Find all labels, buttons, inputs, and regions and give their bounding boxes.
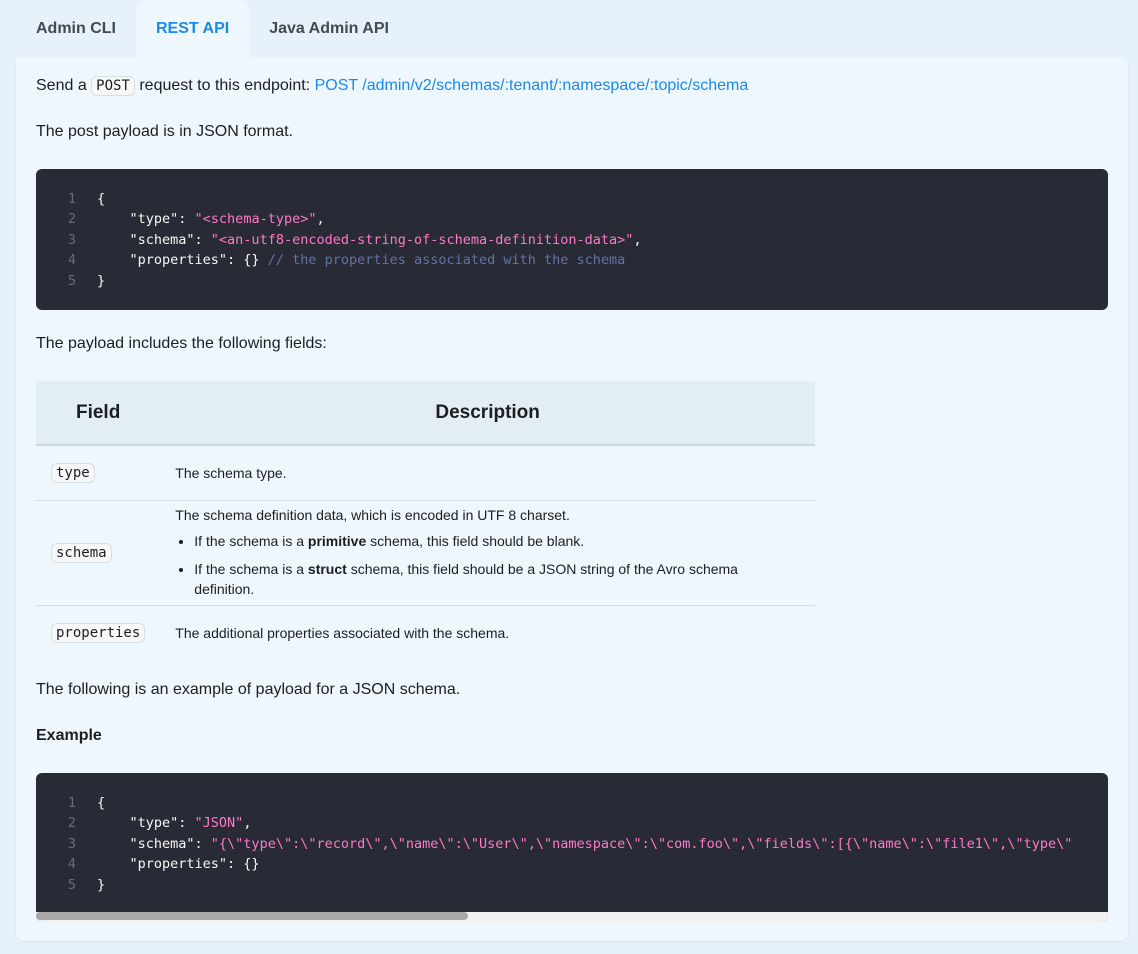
horizontal-scrollbar[interactable]: [36, 912, 1108, 922]
line-content: "properties": {}: [76, 854, 260, 874]
list-item: If the schema is a primitive schema, thi…: [194, 531, 800, 551]
code-token: "JSON": [194, 815, 244, 832]
intro-paragraph: Send a POST request to this endpoint: PO…: [36, 76, 748, 96]
code-token: "{\"type\":\"record\",\"name\":\"User\",…: [210, 835, 1073, 852]
line-number: 5: [67, 272, 76, 289]
code-token: ,: [316, 211, 325, 228]
line-content: {: [76, 189, 105, 209]
code-token: {: [97, 795, 106, 811]
example-intro-text: The following is an example of payload f…: [36, 681, 461, 698]
table-row: schema The schema definition data, which…: [36, 500, 815, 606]
line-number: 4: [67, 252, 76, 269]
line-content: "type": "JSON",: [76, 813, 252, 833]
table-row: type The schema type.: [36, 445, 815, 501]
scrollbar-thumb[interactable]: [36, 912, 468, 920]
code-token: "type":: [97, 815, 195, 832]
line-content: "schema": "{\"type\":\"record\",\"name\"…: [76, 834, 1073, 854]
header-field: Field: [36, 381, 161, 446]
code-line: 2 "type": "<schema-type>",: [36, 209, 1108, 229]
line-content: "type": "<schema-type>",: [76, 209, 325, 229]
code-token: // the properties associated with the sc…: [267, 252, 626, 269]
code-token: }: [97, 272, 106, 289]
intro-prefix: Send a: [36, 77, 87, 94]
field-code: properties: [51, 623, 146, 644]
line-content: }: [76, 875, 105, 895]
description-cell: The schema type.: [160, 445, 815, 501]
code-token: }: [97, 876, 106, 893]
code-lines: 1{2 "type": "JSON", 3 "schema": "{\"type\…: [36, 793, 1108, 895]
code-block-example: 1{2 "type": "JSON", 3 "schema": "{\"type\…: [36, 773, 1108, 922]
field-code: schema: [51, 543, 112, 563]
code-token: "<schema-type>": [194, 211, 317, 228]
code-token: "properties": {}: [97, 252, 268, 269]
line-number: 1: [67, 795, 76, 811]
code-block-payload: 1{2 "type": "<schema-type>", 3 "schema": …: [36, 169, 1108, 310]
code-line: 2 "type": "JSON",: [36, 813, 1108, 833]
code-line: 1{: [36, 189, 1108, 209]
line-number: 4: [67, 856, 76, 873]
field-cell: type: [36, 445, 161, 501]
field-cell: schema: [36, 500, 161, 606]
code-token: "schema":: [97, 835, 211, 852]
code-token: "properties": {}: [97, 856, 260, 873]
line-content: "properties": {} // the properties assoc…: [76, 250, 626, 270]
field-cell: properties: [36, 605, 160, 660]
schema-bullets: If the schema is a primitive schema, thi…: [175, 531, 800, 599]
code-token: "<an-utf8-encoded-string-of-schema-defin…: [210, 231, 634, 248]
code-line: 5}: [36, 875, 1108, 895]
code-token: {: [97, 191, 106, 207]
field-code: type: [51, 463, 95, 484]
bullet-text: schema, this field should be blank.: [370, 532, 585, 549]
tab-rest-api[interactable]: REST API: [136, 0, 250, 57]
code-line: 3 "schema": "<an-utf8-encoded-string-of-…: [36, 230, 1108, 250]
code-token: "type":: [97, 211, 195, 228]
code-line: 3 "schema": "{\"type\":\"record\",\"name…: [36, 834, 1108, 854]
line-number: 2: [67, 211, 76, 228]
bullet-text: If the schema is a: [194, 532, 305, 549]
payload-format-text: The post payload is in JSON format.: [36, 123, 293, 140]
code-token: ,: [633, 231, 642, 248]
bullet-text: If the schema is a: [194, 560, 305, 577]
bullet-bold: primitive: [307, 532, 367, 549]
code-line: 1{: [36, 793, 1108, 813]
tab-java-admin-api[interactable]: Java Admin API: [249, 0, 409, 57]
table-header-row: Field Description: [36, 381, 815, 446]
header-description: Description: [160, 381, 815, 446]
line-number: 1: [67, 191, 76, 207]
bullet-bold: struct: [307, 560, 347, 577]
line-number: 2: [67, 815, 76, 832]
intro-middle: request to this endpoint:: [139, 77, 311, 94]
line-content: "schema": "<an-utf8-encoded-string-of-sc…: [76, 230, 642, 250]
endpoint-link[interactable]: POST /admin/v2/schemas/:tenant/:namespac…: [315, 77, 749, 94]
line-number: 3: [67, 231, 76, 248]
code-token: ,: [243, 815, 252, 832]
example-heading: Example: [36, 727, 102, 744]
list-item: If the schema is a struct schema, this f…: [194, 559, 800, 599]
tab-admin-cli[interactable]: Admin CLI: [16, 0, 136, 57]
line-content: }: [76, 271, 105, 291]
schema-description: The schema definition data, which is enc…: [175, 506, 570, 523]
code-lines: 1{2 "type": "<schema-type>", 3 "schema": …: [36, 189, 1108, 291]
code-line: 4 "properties": {}: [36, 854, 1108, 874]
line-number: 5: [67, 876, 76, 893]
fields-table: Field Description type The schema type. …: [36, 381, 815, 660]
code-token: "schema":: [97, 231, 211, 248]
code-line: 4 "properties": {} // the properties ass…: [36, 250, 1108, 270]
tab-bar: Admin CLI REST API Java Admin API: [16, 0, 409, 57]
description-cell: The additional properties associated wit…: [175, 624, 510, 641]
table-row: properties The additional properties ass…: [36, 605, 815, 660]
tab-panel: Send a POST request to this endpoint: PO…: [16, 57, 1128, 941]
fields-intro-text: The payload includes the following field…: [36, 335, 327, 352]
code-line: 5}: [36, 271, 1108, 291]
description-cell: The schema definition data, which is enc…: [160, 500, 815, 606]
line-number: 3: [67, 835, 76, 852]
method-code: POST: [91, 76, 135, 96]
line-content: {: [76, 793, 105, 813]
